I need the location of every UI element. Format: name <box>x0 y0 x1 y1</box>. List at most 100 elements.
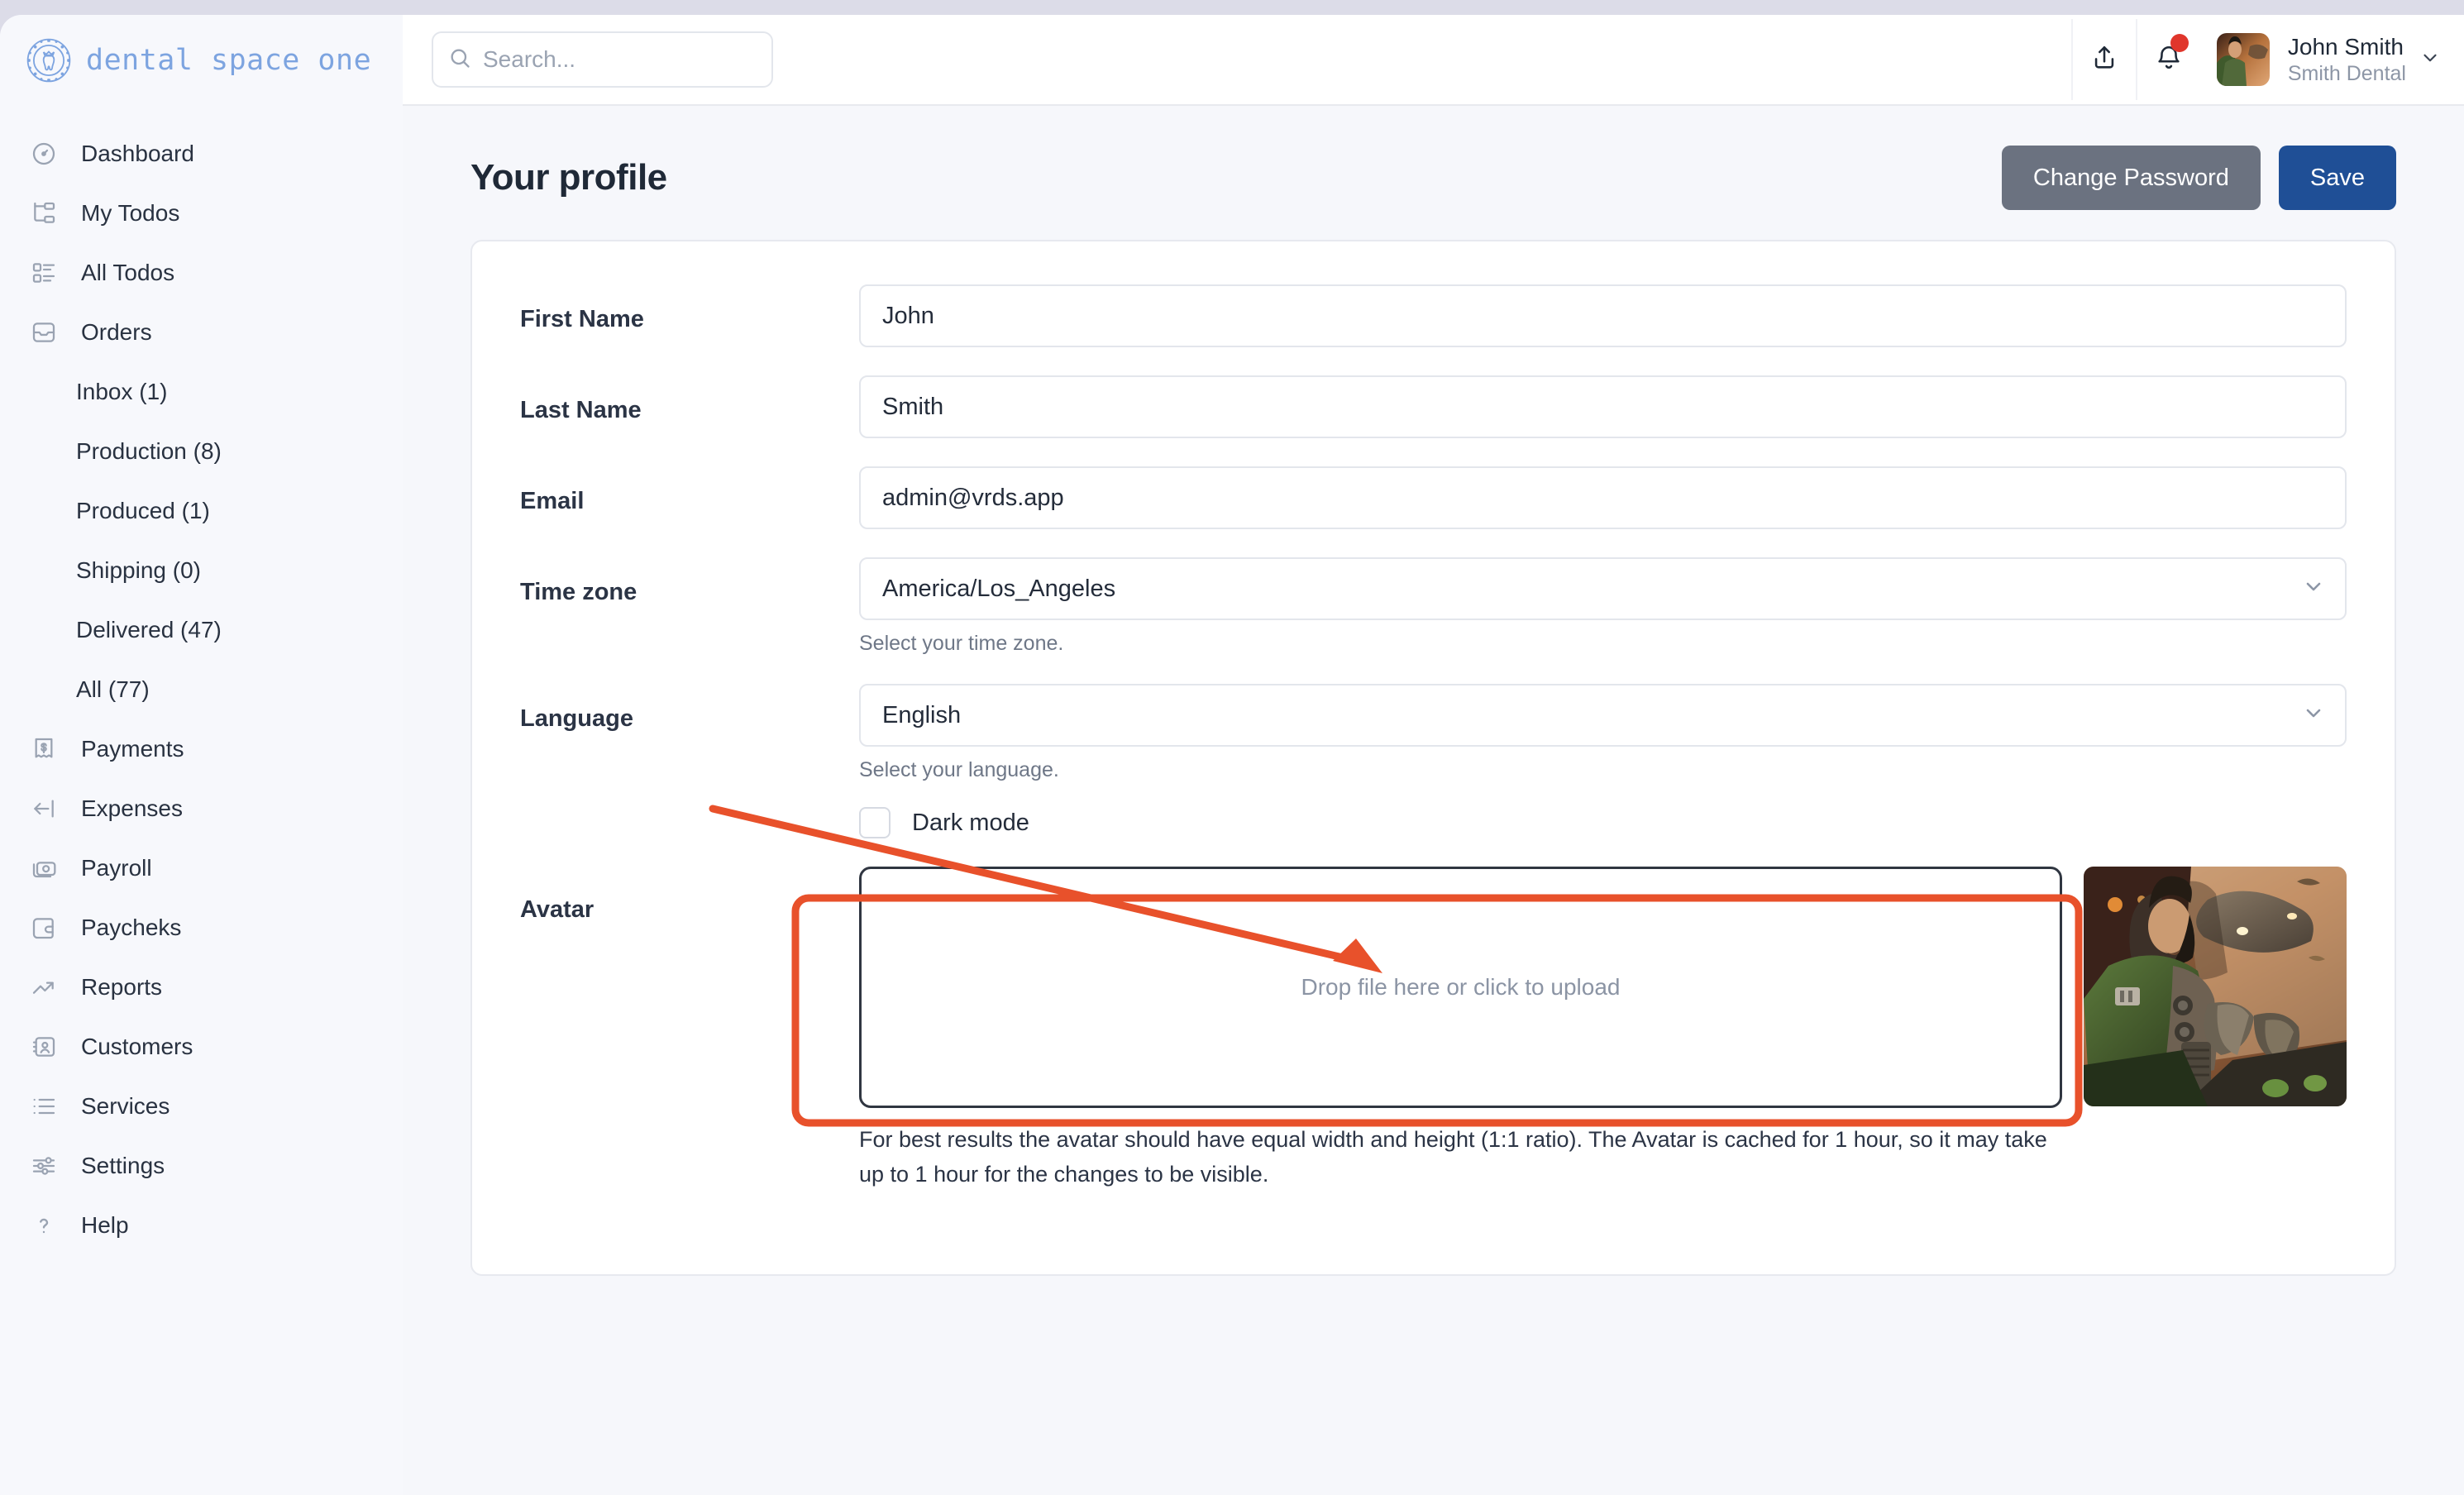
sidebar-item-label: Reports <box>81 974 163 1000</box>
sidebar-item-all-todos[interactable]: All Todos <box>0 243 403 303</box>
sidebar-item-all[interactable]: All (77) <box>0 660 403 719</box>
sidebar-item-payroll[interactable]: Payroll <box>0 838 403 898</box>
avatar-preview-image <box>2084 867 2347 1106</box>
search-input[interactable] <box>483 46 757 73</box>
sidebar-item-settings[interactable]: Settings <box>0 1136 403 1196</box>
field-last-name: Last Name <box>520 375 2347 438</box>
dark-mode-checkbox[interactable] <box>859 807 891 838</box>
sidebar-subitem-label: Produced (1) <box>76 498 210 523</box>
sidebar-item-shipping[interactable]: Shipping (0) <box>0 541 403 600</box>
language-hint: Select your language. <box>859 758 1059 781</box>
sidebar-item-label: Payroll <box>81 855 152 881</box>
sidebar-subitem-label: Delivered (47) <box>76 617 222 642</box>
tooth-crown-circle-icon <box>25 36 73 84</box>
arrow-left-bar-icon <box>28 795 60 822</box>
last-name-label: Last Name <box>520 397 642 423</box>
email-input[interactable] <box>859 466 2347 529</box>
email-label: Email <box>520 488 585 514</box>
timezone-select[interactable] <box>859 557 2347 620</box>
sidebar-item-label: Services <box>81 1093 170 1119</box>
sidebar-item-production[interactable]: Production (8) <box>0 422 403 481</box>
receipt-dollar-icon <box>28 736 60 762</box>
sidebar-item-payments[interactable]: Payments <box>0 719 403 779</box>
sidebar-item-inbox[interactable]: Inbox (1) <box>0 362 403 422</box>
brand-name: dental space one <box>86 44 372 77</box>
sidebar-item-customers[interactable]: Customers <box>0 1017 403 1077</box>
field-avatar: Avatar Drop file here or click to upload… <box>520 867 2347 1192</box>
sidebar-item-label: My Todos <box>81 200 180 226</box>
sidebar-subitem-label: Production (8) <box>76 438 222 464</box>
sidebar-item-label: Customers <box>81 1034 193 1059</box>
avatar-preview <box>2084 867 2347 1106</box>
save-button[interactable]: Save <box>2278 146 2396 210</box>
sidebar-item-label: Settings <box>81 1153 165 1178</box>
checklist-icon <box>28 260 60 286</box>
sidebar-item-my-todos[interactable]: My Todos <box>0 184 403 243</box>
first-name-input[interactable] <box>859 284 2347 347</box>
sidebar-item-label: Help <box>81 1212 129 1238</box>
sidebar-item-label: All Todos <box>81 260 175 285</box>
sidebar-item-dashboard[interactable]: Dashboard <box>0 124 403 184</box>
share-icon <box>2090 44 2118 76</box>
brand-header[interactable]: dental space one <box>0 15 403 106</box>
trending-up-icon <box>28 974 60 1001</box>
language-label: Language <box>520 705 633 732</box>
avatar-note: For best results the avatar should have … <box>859 1127 2047 1187</box>
timezone-hint: Select your time zone. <box>859 632 1064 655</box>
page-title: Your profile <box>470 157 667 198</box>
question-mark-icon <box>28 1212 60 1239</box>
sidebar-item-expenses[interactable]: Expenses <box>0 779 403 838</box>
user-org: Smith Dental <box>2287 61 2406 85</box>
sidebar-item-orders[interactable]: Orders <box>0 303 403 362</box>
timezone-select-value[interactable] <box>859 557 2347 620</box>
sidebar-item-label: Dashboard <box>81 141 194 166</box>
notification-badge <box>2170 34 2189 52</box>
sidebar-subitem-label: Shipping (0) <box>76 557 201 583</box>
sidebar-item-delivered[interactable]: Delivered (47) <box>0 600 403 660</box>
sidebar-subitem-label: Inbox (1) <box>76 379 168 404</box>
org-tree-icon <box>28 200 60 227</box>
dark-mode-label: Dark mode <box>912 809 1029 836</box>
field-language: Language Select your language. Dark mode <box>520 684 2347 838</box>
app-window: dental space one Search... John Smith Sm… <box>0 15 2464 1495</box>
field-first-name: First Name <box>520 284 2347 347</box>
main-content: Your profile Change Password Save First … <box>403 106 2464 1495</box>
sidebar-item-reports[interactable]: Reports <box>0 958 403 1017</box>
language-select[interactable] <box>859 684 2347 747</box>
contact-card-icon <box>28 1034 60 1060</box>
change-password-button[interactable]: Change Password <box>2001 146 2261 210</box>
dark-mode-row: Dark mode <box>859 807 2347 838</box>
user-avatar-image <box>2216 33 2270 86</box>
page-actions: Change Password Save <box>2001 146 2396 210</box>
timezone-label: Time zone <box>520 579 637 605</box>
inbox-tray-icon <box>28 319 60 346</box>
sidebar-item-paycheks[interactable]: Paycheks <box>0 898 403 958</box>
list-icon <box>28 1093 60 1120</box>
sidebar-item-label: Payments <box>81 736 184 762</box>
share-button[interactable] <box>2070 19 2136 100</box>
field-timezone: Time zone Select your time zone. <box>520 557 2347 656</box>
field-email: Email <box>520 466 2347 529</box>
sliders-icon <box>28 1153 60 1179</box>
sidebar-item-label: Orders <box>81 319 152 345</box>
avatar-dropzone[interactable]: Drop file here or click to upload <box>859 867 2062 1108</box>
sidebar-item-produced[interactable]: Produced (1) <box>0 481 403 541</box>
banknote-icon <box>28 855 60 881</box>
language-select-value[interactable] <box>859 684 2347 747</box>
user-name: John Smith <box>2287 33 2404 60</box>
avatar[interactable] <box>2216 33 2270 86</box>
sidebar: Dashboard My Todos All Todos Orders Inbo… <box>0 106 403 1495</box>
sidebar-item-label: Expenses <box>81 795 183 821</box>
sidebar-item-help[interactable]: Help <box>0 1196 403 1255</box>
search-box[interactable] <box>432 31 773 88</box>
sidebar-item-services[interactable]: Services <box>0 1077 403 1136</box>
notifications-button[interactable] <box>2135 19 2200 100</box>
user-menu[interactable]: John Smith Smith Dental <box>2288 32 2406 87</box>
last-name-input[interactable] <box>859 375 2347 438</box>
topbar-actions: John Smith Smith Dental <box>2070 19 2464 100</box>
first-name-label: First Name <box>520 306 644 332</box>
chevron-down-icon[interactable] <box>2419 47 2441 73</box>
wallet-icon <box>28 915 60 941</box>
sidebar-subitem-label: All (77) <box>76 676 150 702</box>
sidebar-item-label: Paycheks <box>81 915 182 940</box>
